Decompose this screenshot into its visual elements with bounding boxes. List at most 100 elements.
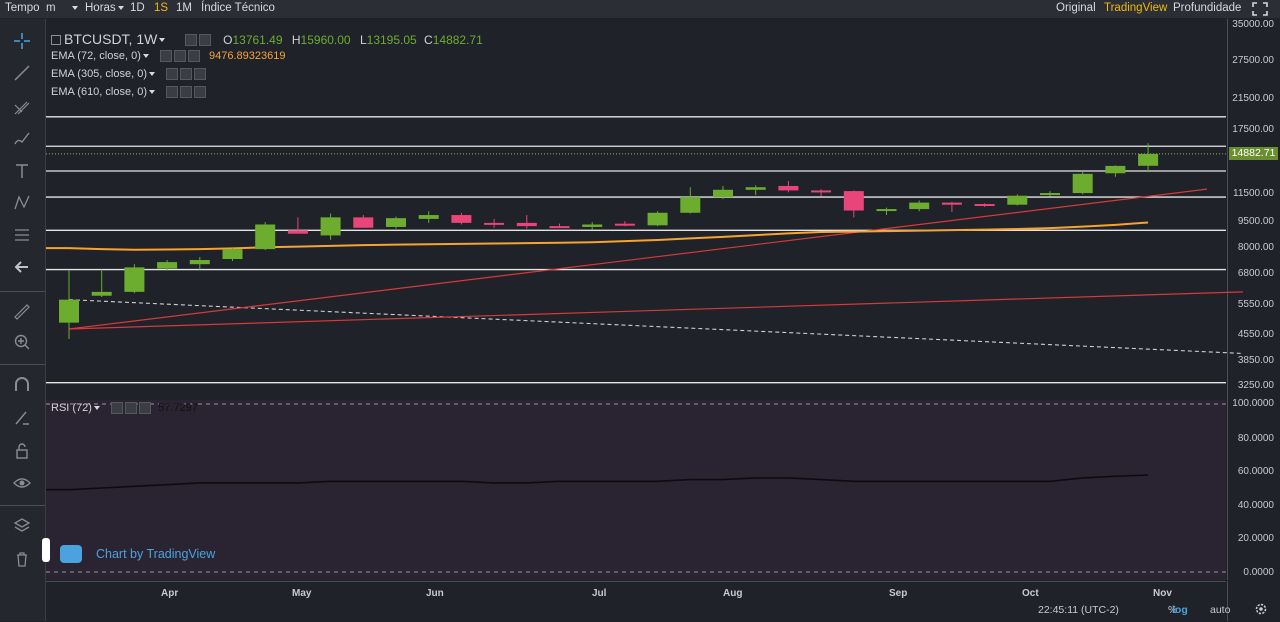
chevron-down-icon[interactable] (149, 72, 155, 77)
original-view-button[interactable]: Original (1056, 0, 1096, 18)
eye-icon[interactable] (8, 469, 36, 497)
tradingview-logo-icon (60, 545, 82, 563)
symbol-name[interactable]: BTCUSDT, 1W (64, 31, 157, 47)
technical-index-button[interactable]: Índice Técnico (201, 0, 275, 18)
chevron-down-icon (71, 5, 78, 10)
current-price-tag: 14882.71 (1229, 147, 1278, 160)
month-label-jul: Jul (592, 588, 607, 599)
log-scale-label: log (1172, 604, 1188, 616)
chevron-down-icon[interactable] (149, 90, 155, 95)
text-tool-icon[interactable] (8, 157, 36, 185)
rsi-value: 57.7297 (158, 402, 198, 414)
high-value: 15960.00 (300, 33, 351, 47)
month-label-apr: Apr (161, 588, 179, 599)
ema-72-legend: EMA (72, close, 0) 9476.89323619 (51, 50, 285, 63)
close-icon[interactable] (187, 50, 200, 63)
rsi-pane[interactable] (46, 400, 1226, 580)
rsi-tick: 60.0000 (1237, 466, 1274, 477)
price-tick: 11500.00 (1233, 188, 1274, 199)
tradingview-watermark[interactable]: Chart by TradingView (60, 543, 215, 565)
settings-icon[interactable] (185, 34, 198, 47)
chevron-down-icon[interactable] (159, 38, 166, 43)
rsi-tick: 0.0000 (1243, 567, 1274, 578)
ema-72-label[interactable]: EMA (72, close, 0) (51, 50, 141, 62)
watermark-text: Chart by TradingView (96, 547, 216, 561)
month-label-nov: Nov (1153, 588, 1172, 599)
hide-icon[interactable] (125, 402, 138, 415)
interval-1m-button[interactable]: 1M (176, 0, 192, 18)
minutes-label: m (46, 2, 56, 14)
drawing-toolbar (0, 19, 46, 621)
lock-icon[interactable] (8, 437, 36, 465)
close-icon[interactable] (139, 402, 152, 415)
low-label: L (359, 33, 367, 47)
ema-305-label[interactable]: EMA (305, close, 0) (51, 68, 147, 80)
hours-dropdown[interactable]: Horas (85, 0, 124, 18)
depth-view-button[interactable]: Profundidade (1173, 0, 1241, 18)
month-label-oct: Oct (1022, 588, 1039, 599)
chevron-down-icon[interactable] (142, 54, 149, 59)
rsi-tick: 40.0000 (1237, 500, 1274, 511)
crosshair-icon[interactable] (8, 27, 36, 55)
fullscreen-icon[interactable] (1252, 2, 1268, 16)
hide-icon[interactable] (199, 34, 212, 47)
price-tick: 8000.00 (1237, 242, 1274, 253)
gear-icon[interactable] (1254, 602, 1268, 616)
fib-tool-icon[interactable] (8, 221, 36, 249)
close-icon[interactable] (194, 86, 207, 99)
interval-1s-button[interactable]: 1S (154, 0, 168, 18)
price-tick: 5550.00 (1237, 299, 1274, 310)
minutes-dropdown[interactable]: m (46, 0, 80, 18)
layers-icon[interactable] (8, 512, 36, 540)
settings-icon[interactable] (166, 68, 179, 81)
collapse-icon[interactable] (51, 35, 61, 46)
pattern-tool-icon[interactable] (8, 189, 36, 217)
rsi-tick: 100.0000 (1232, 398, 1274, 409)
chevron-down-icon[interactable] (93, 406, 100, 411)
ohlc-values: O13761.49 H15960.00 L13195.05 C14882.71 (223, 33, 483, 47)
hide-icon[interactable] (180, 68, 193, 81)
rsi-label[interactable]: RSI (72) (51, 402, 92, 414)
ema-610-legend: EMA (610, close, 0) (51, 86, 207, 99)
price-chart-pane[interactable] (46, 19, 1226, 400)
settings-icon[interactable] (159, 50, 172, 63)
top-bar: Tempo m Horas 1D 1S 1M Índice Técnico Or… (0, 0, 1280, 18)
ruler-icon[interactable] (8, 298, 36, 326)
zoom-in-icon[interactable] (8, 328, 36, 356)
settings-icon[interactable] (166, 86, 179, 99)
chevron-down-icon (117, 5, 124, 10)
back-arrow-icon[interactable] (8, 253, 36, 281)
brush-tool-icon[interactable] (8, 125, 36, 153)
hide-icon[interactable] (180, 86, 193, 99)
hide-icon[interactable] (173, 50, 186, 63)
pitchfork-tool-icon[interactable] (8, 93, 36, 121)
trash-icon[interactable] (8, 545, 36, 573)
panel-collapse-handle[interactable] (42, 538, 50, 562)
clock-timezone[interactable]: 22:45:11 (UTC-2) (1038, 604, 1119, 616)
close-label: C (424, 33, 433, 47)
tempo-label: Tempo (5, 2, 40, 14)
trendline-tool-icon[interactable] (8, 59, 36, 87)
month-label-jun: Jun (426, 588, 444, 599)
magnet-icon[interactable] (8, 371, 36, 399)
hours-label: Horas (85, 2, 116, 14)
price-tick: 3250.00 (1237, 380, 1274, 391)
auto-scale-button[interactable]: auto (1210, 604, 1230, 616)
month-label-aug: Aug (723, 588, 743, 599)
log-scale-button[interactable]: log (1172, 604, 1188, 616)
price-tick: 4550.00 (1237, 329, 1274, 340)
ema-610-label[interactable]: EMA (610, close, 0) (51, 86, 147, 98)
rsi-tick: 20.0000 (1237, 533, 1274, 544)
month-label-may: May (292, 588, 312, 599)
toolbar-divider (0, 291, 45, 292)
open-value: 13761.49 (232, 33, 283, 47)
stay-drawing-icon[interactable] (8, 404, 36, 432)
high-label: H (291, 33, 301, 47)
symbol-legend: BTCUSDT, 1W O13761.49 H15960.00 L13195.0… (51, 31, 483, 47)
close-icon[interactable] (194, 68, 207, 81)
legend-buttons (183, 31, 212, 47)
tradingview-view-button[interactable]: TradingView (1104, 0, 1167, 18)
toolbar-divider (0, 505, 45, 506)
settings-icon[interactable] (111, 402, 124, 415)
interval-1d-button[interactable]: 1D (130, 0, 145, 18)
